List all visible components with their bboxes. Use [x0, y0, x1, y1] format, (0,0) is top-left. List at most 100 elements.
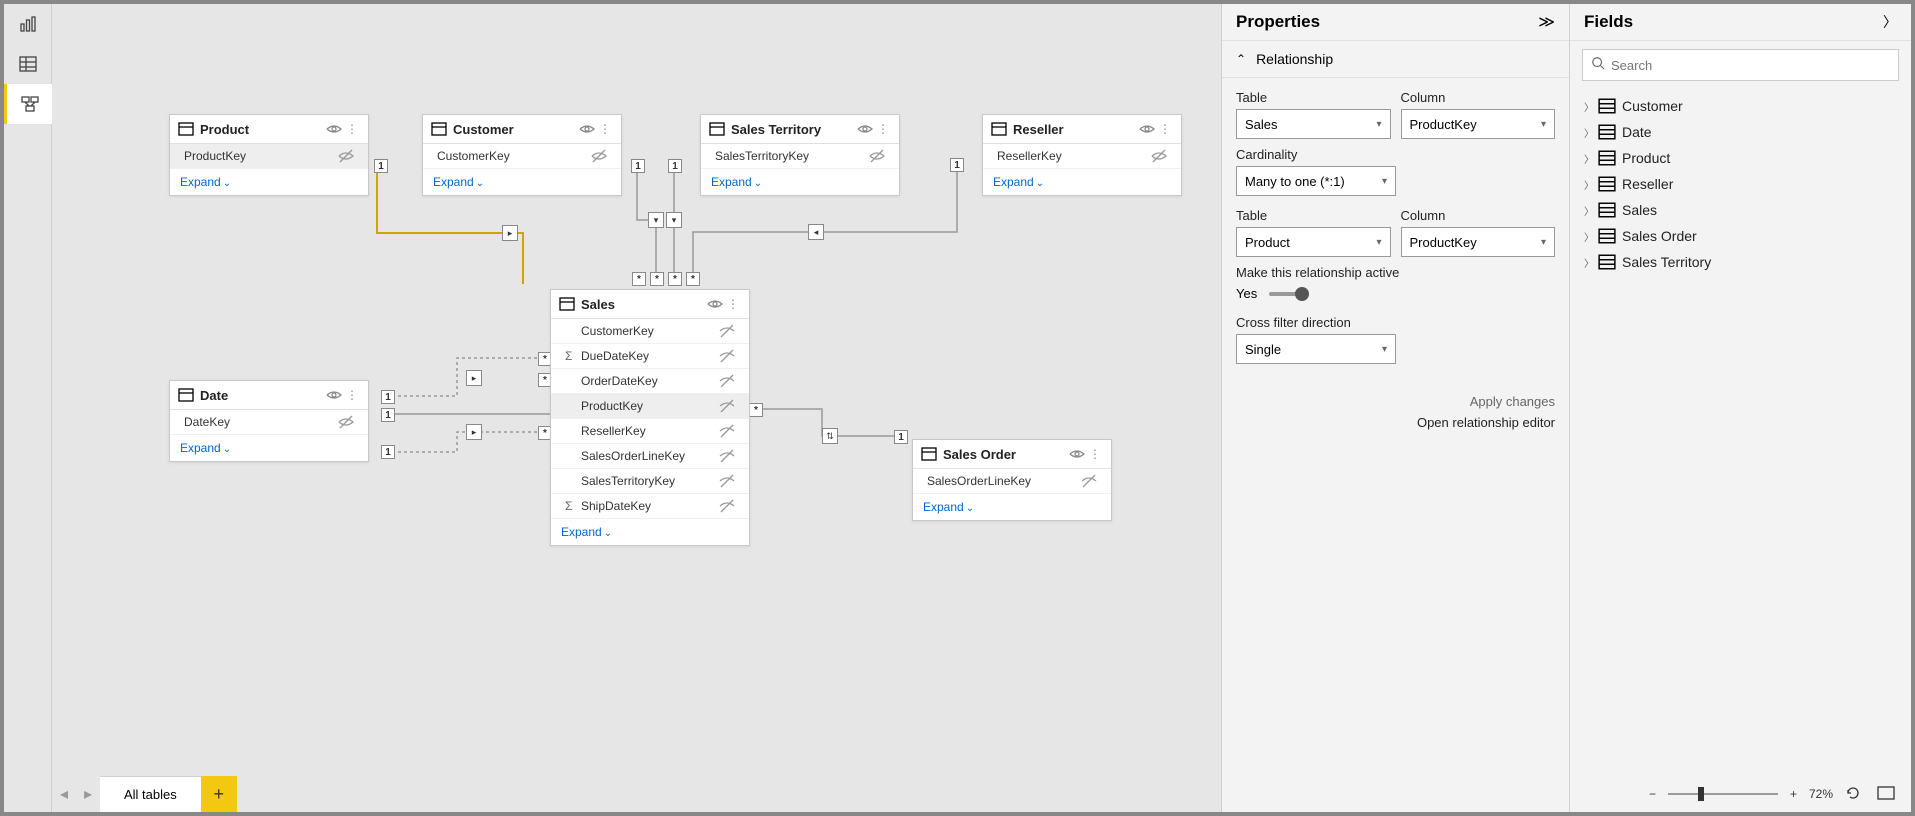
zoom-in-button[interactable]: + [1786, 787, 1801, 801]
next-page-button[interactable]: ▸ [76, 776, 100, 812]
hidden-icon[interactable] [719, 473, 735, 489]
add-page-button[interactable]: + [201, 776, 237, 812]
model-view-button[interactable] [4, 84, 52, 124]
table-field[interactable]: SalesTerritoryKey [551, 469, 749, 494]
fields-item-product[interactable]: 〉Product [1582, 145, 1899, 171]
table-card-sales-order[interactable]: Sales Order ⋮ SalesOrderLineKey Expand⌄ [912, 439, 1112, 521]
more-options-icon[interactable]: ⋮ [725, 296, 741, 312]
table-header[interactable]: Sales Territory ⋮ [701, 115, 899, 144]
table-header[interactable]: Sales ⋮ [551, 290, 749, 319]
cross-filter-select[interactable]: Single▾ [1236, 334, 1396, 364]
table2-select[interactable]: Product▾ [1236, 227, 1391, 257]
table-field[interactable]: SalesTerritoryKey [701, 144, 899, 169]
visibility-icon[interactable] [857, 121, 873, 137]
visibility-icon[interactable] [326, 387, 342, 403]
hidden-icon[interactable] [719, 423, 735, 439]
expand-button[interactable]: Expand⌄ [170, 169, 368, 195]
expand-button[interactable]: Expand⌄ [170, 435, 368, 461]
hidden-icon[interactable] [719, 398, 735, 414]
table-field[interactable]: ΣShipDateKey [551, 494, 749, 519]
table-header[interactable]: Date ⋮ [170, 381, 368, 410]
table-field[interactable]: OrderDateKey [551, 369, 749, 394]
report-view-button[interactable] [4, 4, 52, 44]
table-header[interactable]: Reseller ⋮ [983, 115, 1181, 144]
active-toggle[interactable] [1269, 287, 1309, 301]
visibility-icon[interactable] [707, 296, 723, 312]
table-field[interactable]: SalesOrderLineKey [913, 469, 1111, 494]
fields-item-reseller[interactable]: 〉Reseller [1582, 171, 1899, 197]
table-card-reseller[interactable]: Reseller ⋮ ResellerKey Expand⌄ [982, 114, 1182, 196]
table-fields: CustomerKey ΣDueDateKey OrderDateKey Pro… [551, 319, 749, 519]
table1-select[interactable]: Sales▾ [1236, 109, 1391, 139]
fields-item-sales-order[interactable]: 〉Sales Order [1582, 223, 1899, 249]
more-options-icon[interactable]: ⋮ [344, 387, 360, 403]
table-header[interactable]: Product ⋮ [170, 115, 368, 144]
table-card-sales-territory[interactable]: Sales Territory ⋮ SalesTerritoryKey Expa… [700, 114, 900, 196]
table-field[interactable]: ProductKey [170, 144, 368, 169]
expand-button[interactable]: Expand⌄ [701, 169, 899, 195]
table-field[interactable]: ResellerKey [983, 144, 1181, 169]
expand-button[interactable]: Expand⌄ [913, 494, 1111, 520]
hidden-icon[interactable] [719, 323, 735, 339]
table-icon [991, 121, 1007, 137]
table-field[interactable]: ResellerKey [551, 419, 749, 444]
zoom-slider[interactable] [1668, 793, 1778, 795]
visibility-icon[interactable] [1139, 121, 1155, 137]
zoom-out-button[interactable]: − [1645, 787, 1660, 801]
cardinality-select[interactable]: Many to one (*:1)▾ [1236, 166, 1396, 196]
search-input[interactable] [1611, 58, 1890, 73]
filter-direction-icon: ▾ [666, 212, 682, 228]
hidden-icon[interactable] [591, 148, 607, 164]
table-card-customer[interactable]: Customer ⋮ CustomerKey Expand⌄ [422, 114, 622, 196]
apply-changes-link[interactable]: Apply changes [1236, 394, 1555, 409]
table-field[interactable]: CustomerKey [551, 319, 749, 344]
relationship-section-header[interactable]: ⌃ Relationship [1222, 41, 1569, 78]
hidden-icon[interactable] [869, 148, 885, 164]
hidden-icon[interactable] [719, 373, 735, 389]
collapse-pane-icon[interactable]: ≫ [1538, 12, 1555, 32]
table-field[interactable]: ProductKey [551, 394, 749, 419]
column1-select[interactable]: ProductKey▾ [1401, 109, 1556, 139]
collapse-pane-icon[interactable]: 〉 [1883, 12, 1897, 32]
visibility-icon[interactable] [1069, 446, 1085, 462]
hidden-icon[interactable] [1081, 473, 1097, 489]
hidden-icon[interactable] [1151, 148, 1167, 164]
fields-item-date[interactable]: 〉Date [1582, 119, 1899, 145]
table-field[interactable]: DateKey [170, 410, 368, 435]
fields-search[interactable] [1582, 49, 1899, 81]
expand-button[interactable]: Expand⌄ [983, 169, 1181, 195]
table-card-date[interactable]: Date ⋮ DateKey Expand⌄ [169, 380, 369, 462]
reset-zoom-icon[interactable] [1841, 785, 1865, 804]
table-field[interactable]: SalesOrderLineKey [551, 444, 749, 469]
data-view-button[interactable] [4, 44, 52, 84]
fields-item-sales[interactable]: 〉Sales [1582, 197, 1899, 223]
table-header[interactable]: Customer ⋮ [423, 115, 621, 144]
hidden-icon[interactable] [719, 348, 735, 364]
tab-all-tables[interactable]: All tables [100, 776, 201, 812]
more-options-icon[interactable]: ⋮ [597, 121, 613, 137]
table-field[interactable]: CustomerKey [423, 144, 621, 169]
fields-item-sales-territory[interactable]: 〉Sales Territory [1582, 249, 1899, 275]
table-header[interactable]: Sales Order ⋮ [913, 440, 1111, 469]
table-card-sales[interactable]: Sales ⋮ CustomerKey ΣDueDateKey OrderDat… [550, 289, 750, 546]
fit-to-screen-icon[interactable] [1873, 786, 1899, 803]
hidden-icon[interactable] [719, 498, 735, 514]
open-editor-link[interactable]: Open relationship editor [1236, 415, 1555, 430]
hidden-icon[interactable] [338, 414, 354, 430]
more-options-icon[interactable]: ⋮ [344, 121, 360, 137]
fields-item-customer[interactable]: 〉Customer [1582, 93, 1899, 119]
model-canvas[interactable]: 1 1 1 1 * * * * ▸ ▾ ▾ ◂ 1 1 1 * * * ▸ ▸ … [52, 4, 1252, 764]
table-card-product[interactable]: Product ⋮ ProductKey Expand⌄ [169, 114, 369, 196]
more-options-icon[interactable]: ⋮ [1087, 446, 1103, 462]
column2-select[interactable]: ProductKey▾ [1401, 227, 1556, 257]
visibility-icon[interactable] [326, 121, 342, 137]
more-options-icon[interactable]: ⋮ [1157, 121, 1173, 137]
hidden-icon[interactable] [719, 448, 735, 464]
prev-page-button[interactable]: ◂ [52, 776, 76, 812]
expand-button[interactable]: Expand⌄ [423, 169, 621, 195]
hidden-icon[interactable] [338, 148, 354, 164]
visibility-icon[interactable] [579, 121, 595, 137]
table-field[interactable]: ΣDueDateKey [551, 344, 749, 369]
expand-button[interactable]: Expand⌄ [551, 519, 749, 545]
more-options-icon[interactable]: ⋮ [875, 121, 891, 137]
